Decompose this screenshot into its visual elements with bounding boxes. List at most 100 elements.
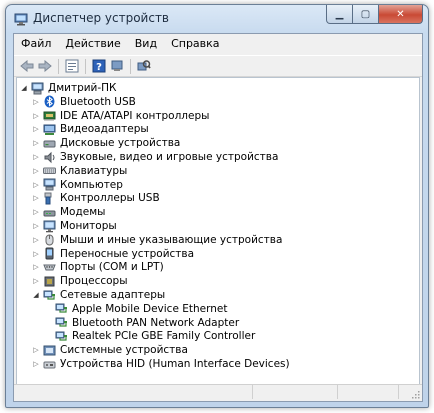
properties-button[interactable] — [63, 58, 80, 74]
forward-button[interactable] — [36, 58, 53, 74]
maximize-icon: ▢ — [360, 8, 371, 20]
scan-hardware-icon — [137, 60, 151, 71]
minimize-icon: ▁ — [335, 8, 344, 20]
tree-item-label: Системные устройства — [60, 344, 188, 357]
minimize-button[interactable]: ▁ — [326, 5, 353, 24]
tree-item-label: Порты (COM и LPT) — [60, 261, 164, 274]
display-adapter-icon — [43, 123, 56, 136]
tree-category[interactable]: ◢ Сетевые адаптеры — [31, 288, 165, 302]
device-button[interactable] — [108, 58, 125, 74]
menu-action[interactable]: Действие — [58, 35, 127, 53]
toolbar-separator — [58, 58, 59, 74]
collapsed-arrow-icon[interactable]: ▷ — [31, 191, 41, 205]
collapsed-arrow-icon[interactable]: ▷ — [31, 343, 41, 357]
close-icon: ✕ — [396, 8, 405, 20]
expanded-arrow-icon[interactable]: ◢ — [31, 288, 41, 302]
resize-grip-icon[interactable] — [410, 389, 420, 399]
toolbar-separator — [85, 58, 86, 74]
tree-category[interactable]: ▷ Переносные устройства — [31, 247, 194, 261]
tree-item-label: Звуковые, видео и игровые устройства — [60, 151, 279, 163]
window-title: Диспетчер устройств — [33, 11, 170, 25]
collapsed-arrow-icon[interactable]: ▷ — [31, 219, 41, 233]
tree-item-label: Переносные устройства — [60, 247, 195, 260]
network-adapter-icon — [55, 330, 68, 343]
collapsed-arrow-icon[interactable]: ▷ — [31, 178, 41, 192]
network-adapter-icon — [55, 316, 68, 329]
collapsed-arrow-icon[interactable]: ▷ — [31, 136, 41, 150]
svg-text:?: ? — [96, 62, 102, 73]
sound-icon — [43, 151, 56, 164]
tree-device[interactable]: Apple Mobile Device Ethernet — [43, 302, 228, 316]
expanded-arrow-icon[interactable]: ◢ — [19, 81, 29, 95]
collapsed-arrow-icon[interactable]: ▷ — [31, 260, 41, 274]
tree-item-label: Realtek PCIe GBE Family Controller — [72, 330, 256, 343]
tree-category[interactable]: ▷ Порты (COM и LPT) — [31, 260, 164, 274]
tree-root[interactable]: ◢ Дмитрий-ПК — [19, 81, 117, 95]
help-button[interactable]: ? — [90, 58, 107, 74]
tree-item-label: Компьютер — [60, 178, 123, 191]
collapsed-arrow-icon[interactable]: ▷ — [31, 357, 41, 371]
collapsed-arrow-icon[interactable]: ▷ — [31, 247, 41, 261]
portable-device-icon — [43, 247, 56, 260]
processor-icon — [43, 275, 56, 288]
tree-device[interactable]: Bluetooth PAN Network Adapter — [43, 316, 239, 330]
tree-category[interactable]: ▷ Устройства HID (Human Interface Devices… — [31, 357, 290, 371]
mouse-icon — [43, 233, 56, 246]
device-manager-window: Диспетчер устройств ▁ ▢ ✕ Файл Действие … — [5, 4, 429, 408]
tree-category[interactable]: ▷ Компьютер — [31, 178, 123, 192]
tree-category[interactable]: ▷ Модемы — [31, 205, 105, 219]
status-cell — [253, 385, 338, 399]
back-icon — [19, 60, 33, 72]
collapsed-arrow-icon[interactable]: ▷ — [31, 150, 41, 164]
title-bar[interactable]: Диспетчер устройств ▁ ▢ ✕ — [6, 5, 428, 31]
network-adapter-icon — [55, 302, 68, 315]
tree-item-label: Контроллеры USB — [60, 192, 160, 205]
tree-device[interactable]: Realtek PCIe GBE Family Controller — [43, 329, 255, 343]
keyboard-icon — [43, 164, 56, 177]
tree-item-label: Apple Mobile Device Ethernet — [72, 302, 228, 315]
device-icon — [111, 60, 122, 71]
menu-bar: Файл Действие Вид Справка — [14, 34, 422, 54]
hid-icon — [43, 358, 56, 371]
tree-item-label: Дмитрий-ПК — [48, 82, 117, 94]
collapsed-arrow-icon[interactable]: ▷ — [31, 164, 41, 178]
client-area: Файл Действие Вид Справка ? ◢ Дмитрий-ПК… — [13, 33, 423, 402]
monitor-icon — [43, 220, 56, 233]
forward-icon — [38, 60, 52, 72]
collapsed-arrow-icon[interactable]: ▷ — [31, 274, 41, 288]
disk-drive-icon — [43, 137, 56, 150]
properties-icon — [65, 59, 78, 73]
menu-help[interactable]: Справка — [164, 35, 226, 53]
status-bar — [14, 384, 422, 401]
tree-category[interactable]: ▷ Мониторы — [31, 219, 117, 233]
scan-hardware-button[interactable] — [135, 58, 152, 74]
back-button[interactable] — [18, 58, 35, 74]
collapsed-arrow-icon[interactable]: ▷ — [31, 122, 41, 136]
tree-category[interactable]: ▷ IDE ATA/ATAPI контроллеры — [31, 109, 209, 123]
collapsed-arrow-icon[interactable]: ▷ — [31, 109, 41, 123]
status-cell — [338, 385, 399, 399]
collapsed-arrow-icon[interactable]: ▷ — [31, 95, 41, 109]
device-tree[interactable]: ◢ Дмитрий-ПК ▷ Bluetooth USB ▷ IDE ATA/ATAPI … — [16, 77, 420, 385]
tree-category[interactable]: ▷ Дисковые устройства — [31, 136, 180, 150]
tree-category[interactable]: ▷ Клавиатуры — [31, 164, 127, 178]
tree-category[interactable]: ▷ Системные устройства — [31, 343, 188, 357]
tree-item-label: Дисковые устройства — [60, 137, 181, 150]
tree-category[interactable]: ▷ Звуковые, видео и игровые устройства — [31, 150, 278, 164]
tree-category[interactable]: ▷ Bluetooth USB — [31, 95, 136, 109]
tree-category[interactable]: ▷ Видеоадаптеры — [31, 122, 148, 136]
tree-item-label: Устройства HID (Human Interface Devices) — [60, 358, 290, 370]
close-button[interactable]: ✕ — [379, 5, 423, 24]
status-cell — [14, 385, 253, 399]
menu-view[interactable]: Вид — [128, 35, 164, 53]
maximize-button[interactable]: ▢ — [353, 5, 379, 24]
tree-category[interactable]: ▷ Процессоры — [31, 274, 127, 288]
menu-file[interactable]: Файл — [14, 35, 58, 53]
collapsed-arrow-icon[interactable]: ▷ — [31, 205, 41, 219]
tree-category[interactable]: ▷ Контроллеры USB — [31, 191, 160, 205]
tree-item-label: Клавиатуры — [60, 164, 128, 177]
computer-icon — [43, 178, 56, 191]
tree-category[interactable]: ▷ Мыши и иные указывающие устройства — [31, 233, 282, 247]
collapsed-arrow-icon[interactable]: ▷ — [31, 233, 41, 247]
